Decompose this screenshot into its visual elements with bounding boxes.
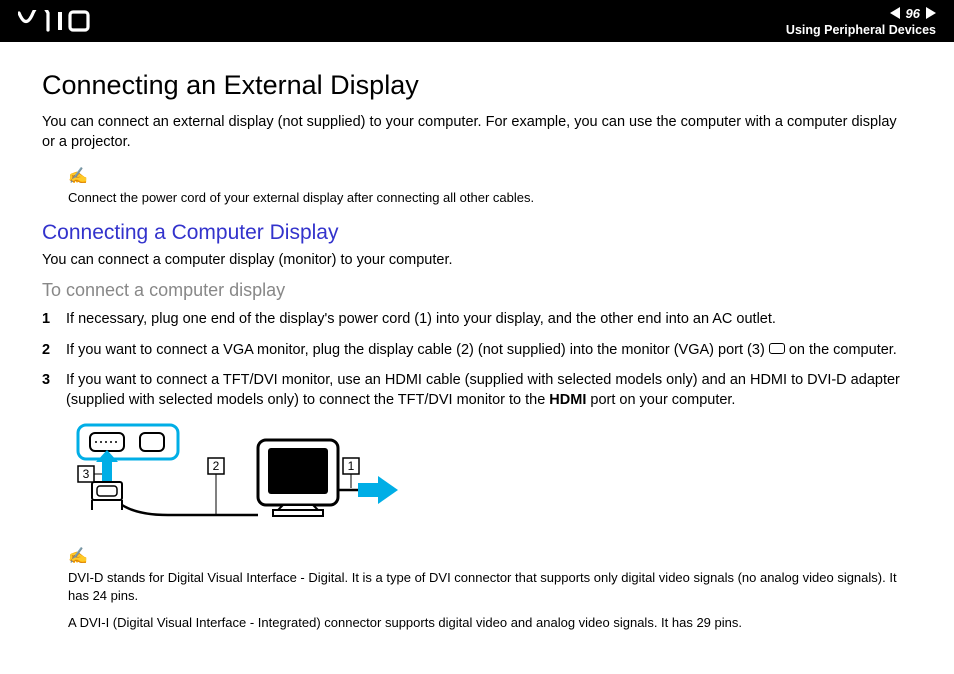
diagram-label-2: 2: [213, 459, 220, 473]
vga-port-icon: [769, 343, 785, 354]
note-block-1: ✍ Connect the power cord of your externa…: [68, 166, 912, 207]
section-label: Using Peripheral Devices: [786, 23, 936, 37]
connection-diagram: 3 2 1: [68, 420, 912, 535]
sub-intro: You can connect a computer display (moni…: [42, 251, 912, 271]
procedure-title: To connect a computer display: [42, 280, 912, 301]
step-2-text: If you want to connect a VGA monitor, pl…: [66, 340, 897, 360]
note-icon: ✍: [68, 166, 912, 188]
next-page-icon[interactable]: [926, 7, 936, 19]
step-3-text: If you want to connect a TFT/DVI monitor…: [66, 370, 912, 411]
note-icon: ✍: [68, 545, 912, 568]
diagram-label-3: 3: [83, 467, 90, 481]
prev-page-icon[interactable]: [890, 7, 900, 19]
vaio-logo: [18, 10, 118, 32]
step-1-text: If necessary, plug one end of the displa…: [66, 309, 776, 329]
page-navigator: 96: [890, 6, 936, 21]
note-text-2b: A DVI-I (Digital Visual Interface - Inte…: [68, 614, 912, 633]
note-text-2a: DVI-D stands for Digital Visual Interfac…: [68, 569, 912, 607]
sub-heading: Connecting a Computer Display: [42, 221, 912, 245]
step-2: If you want to connect a VGA monitor, pl…: [42, 340, 912, 360]
page-number: 96: [906, 6, 920, 21]
step-1: If necessary, plug one end of the displa…: [42, 309, 912, 329]
step-3: If you want to connect a TFT/DVI monitor…: [42, 370, 912, 411]
page-title: Connecting an External Display: [42, 70, 912, 101]
steps-list: If necessary, plug one end of the displa…: [42, 309, 912, 410]
diagram-label-1: 1: [348, 459, 355, 473]
header-right: 96 Using Peripheral Devices: [786, 6, 936, 37]
header-bar: 96 Using Peripheral Devices: [0, 0, 954, 42]
page-content: Connecting an External Display You can c…: [0, 42, 954, 653]
note-text-1: Connect the power cord of your external …: [68, 190, 534, 205]
note-block-2: ✍ DVI-D stands for Digital Visual Interf…: [68, 545, 912, 633]
intro-text: You can connect an external display (not…: [42, 113, 912, 152]
